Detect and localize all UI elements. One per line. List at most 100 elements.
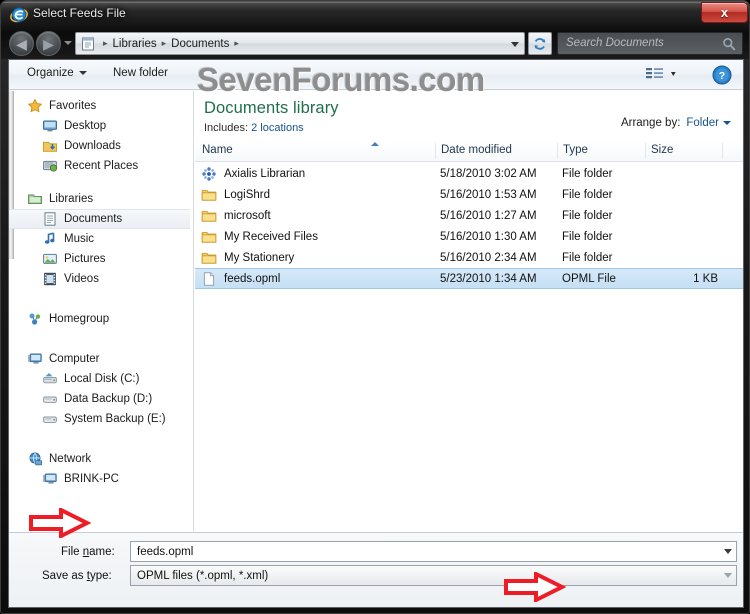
column-divider[interactable] [557, 143, 558, 159]
column-header-type[interactable]: Type [563, 144, 588, 156]
address-bar[interactable]: ▸ Libraries ▸ Documents ▸ [75, 32, 525, 55]
file-type-cell: File folder [562, 167, 613, 180]
network-icon [27, 451, 43, 467]
save-as-type-label: Save as type: [42, 570, 112, 582]
file-dialog-window: Select Feeds File x ◀ ▶ ▸ Libraries ▸ Do… [0, 0, 750, 614]
homegroup-icon [27, 311, 43, 327]
close-icon: x [720, 5, 729, 20]
sidebar-item-music[interactable]: Music [9, 229, 193, 249]
chevron-down-icon[interactable] [719, 542, 736, 561]
sidebar-group-label: Computer [49, 353, 100, 365]
file-name-text: feeds.opml [224, 272, 281, 285]
back-button[interactable]: ◀ [9, 31, 34, 56]
sidebar-item-label: Data Backup (D:) [64, 393, 153, 405]
help-icon[interactable]: ? [711, 64, 733, 86]
sidebar-item-label: Videos [64, 273, 99, 285]
column-header-size[interactable]: Size [651, 144, 673, 156]
search-icon [722, 37, 736, 56]
file-name-text: My Stationery [224, 251, 295, 264]
sidebar-item-system-backup-e[interactable]: System Backup (E:) [9, 409, 193, 429]
file-size-cell: 1 KB [693, 272, 718, 285]
arrange-by-value: Folder [686, 117, 719, 129]
chevron-left-icon: ◀ [16, 36, 27, 52]
column-headers: Name Date modified Type Size [195, 140, 743, 162]
file-type-cell: File folder [562, 209, 613, 222]
sidebar-group-label: Favorites [49, 100, 97, 112]
column-header-name[interactable]: Name [202, 144, 233, 156]
column-header-date-modified[interactable]: Date modified [441, 144, 512, 156]
refresh-button[interactable] [528, 32, 552, 55]
column-divider[interactable] [645, 143, 646, 159]
sidebar-item-downloads[interactable]: Downloads [9, 136, 193, 156]
sidebar-item-pictures[interactable]: Pictures [9, 249, 193, 269]
annotation-arrow-file-name [29, 506, 92, 543]
sidebar-item-label: Downloads [64, 140, 121, 152]
chevron-down-icon [723, 120, 731, 125]
dialog-client-area: Organize New folder ? Favorites Desktop … [8, 59, 744, 608]
recent-pages-dropdown-icon[interactable] [64, 41, 72, 45]
search-box[interactable]: Search Documents [557, 32, 743, 55]
sidebar-group-libraries[interactable]: Libraries [9, 189, 193, 209]
file-type-cell: OPML File [562, 272, 616, 285]
sort-ascending-icon [371, 142, 379, 146]
sidebar-group-homegroup[interactable]: Homegroup [9, 309, 193, 329]
file-rows: Axialis Librarian 5/18/2010 3:02 AM File… [195, 163, 743, 289]
breadcrumb-separator[interactable]: ▸ [231, 38, 242, 49]
sidebar-item-videos[interactable]: Videos [9, 269, 193, 289]
navigation-bar: ◀ ▶ ▸ Libraries ▸ Documents ▸ Search Doc… [1, 29, 749, 59]
change-view-button[interactable] [645, 65, 685, 85]
sidebar-group-network[interactable]: Network [9, 449, 193, 469]
file-date-cell: 5/16/2010 1:27 AM [440, 209, 537, 222]
table-row[interactable]: My Stationery 5/16/2010 2:34 AM File fol… [195, 247, 743, 268]
folder-icon [201, 229, 217, 245]
arrange-by-label: Arrange by: [620, 117, 681, 129]
file-name-input[interactable]: feeds.opml [130, 541, 737, 562]
table-row[interactable]: LogiShrd 5/16/2010 1:53 AM File folder [195, 184, 743, 205]
table-row[interactable]: feeds.opml 5/23/2010 1:34 AM OPML File 1… [195, 268, 743, 289]
table-row[interactable]: Axialis Librarian 5/18/2010 3:02 AM File… [195, 163, 743, 184]
library-includes: Includes: 2 locations [204, 122, 304, 134]
new-folder-button[interactable]: New folder [113, 67, 168, 79]
search-input[interactable]: Search Documents [566, 37, 664, 49]
title-bar: Select Feeds File x [1, 1, 749, 29]
window-title: Select Feeds File [33, 6, 126, 20]
breadcrumb-documents[interactable]: Documents [169, 38, 231, 50]
desktop-icon [42, 118, 58, 134]
annotation-arrow-save [504, 570, 567, 607]
sidebar-item-data-backup-d[interactable]: Data Backup (D:) [9, 389, 193, 409]
videos-icon [42, 271, 58, 287]
save-as-type-select[interactable]: OPML files (*.opml, *.xml) [130, 565, 737, 586]
chevron-down-icon[interactable] [719, 566, 736, 585]
folder-icon [201, 187, 217, 203]
sidebar-item-brink-pc[interactable]: BRINK-PC [9, 469, 193, 489]
arrange-by-control[interactable]: Arrange by: Folder [621, 117, 731, 129]
forward-button[interactable]: ▶ [36, 31, 61, 56]
organize-button[interactable]: Organize [27, 67, 87, 79]
column-divider[interactable] [435, 143, 436, 159]
table-row[interactable]: My Received Files 5/16/2010 1:30 AM File… [195, 226, 743, 247]
save-as-type-value: OPML files (*.opml, *.xml) [137, 569, 269, 582]
close-button[interactable]: x [701, 2, 748, 23]
chevron-down-icon[interactable] [511, 42, 519, 47]
folder-icon [201, 208, 217, 224]
breadcrumb-libraries[interactable]: Libraries [111, 38, 159, 50]
sidebar-group-label: Homegroup [49, 313, 110, 325]
file-name-label: File name: [61, 546, 115, 558]
table-row[interactable]: microsoft 5/16/2010 1:27 AM File folder [195, 205, 743, 226]
navigation-pane[interactable]: Favorites Desktop Downloads Recent Place… [9, 91, 194, 531]
includes-locations-link[interactable]: 2 locations [251, 122, 304, 134]
sidebar-item-documents[interactable]: Documents [9, 209, 190, 229]
sidebar-item-local-disk-c[interactable]: Local Disk (C:) [9, 369, 193, 389]
file-date-cell: 5/23/2010 1:34 AM [440, 272, 537, 285]
sidebar-item-desktop[interactable]: Desktop [9, 116, 193, 136]
sidebar-item-recent-places[interactable]: Recent Places [9, 156, 193, 176]
file-name-value: feeds.opml [137, 545, 194, 558]
library-icon [80, 36, 96, 52]
star-icon [27, 98, 43, 114]
sidebar-group-favorites[interactable]: Favorites [9, 96, 193, 116]
sidebar-group-computer[interactable]: Computer [9, 349, 193, 369]
column-divider[interactable] [722, 143, 723, 159]
breadcrumb-separator[interactable]: ▸ [159, 38, 170, 49]
file-date-cell: 5/18/2010 3:02 AM [440, 167, 537, 180]
